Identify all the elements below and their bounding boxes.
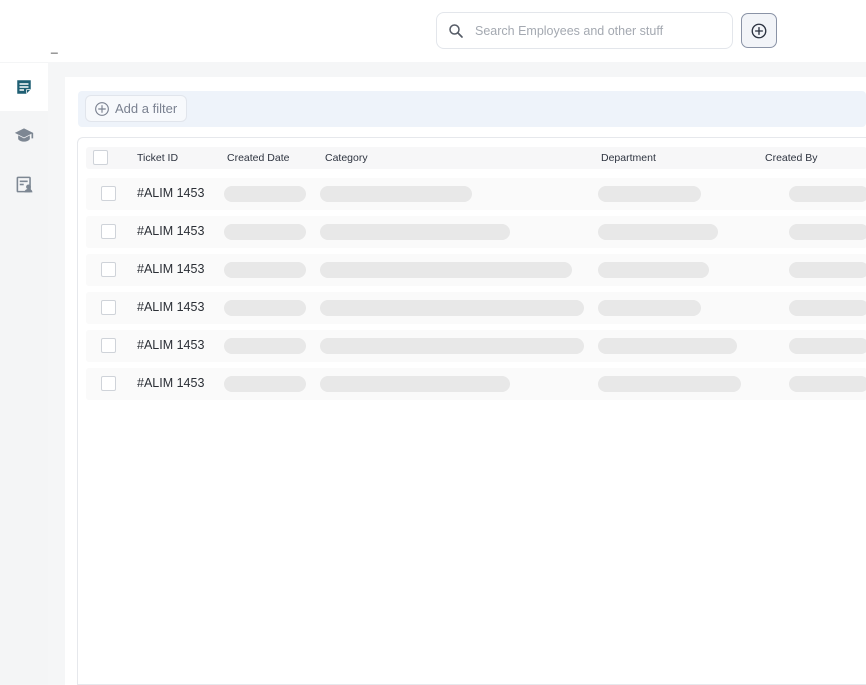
plus-circle-icon <box>751 23 767 38</box>
column-header-created-by[interactable]: Created By <box>765 152 818 164</box>
column-header-ticket-id[interactable]: Ticket ID <box>137 152 178 164</box>
created-date-skeleton <box>224 376 306 392</box>
ticket-id: #ALIM 1453 <box>137 262 205 276</box>
ticket-id: #ALIM 1453 <box>137 300 205 314</box>
search-icon <box>449 23 463 38</box>
created-date-skeleton <box>224 224 306 240</box>
search-input[interactable] <box>475 23 715 38</box>
column-header-department[interactable]: Department <box>601 152 656 164</box>
department-skeleton <box>598 186 701 202</box>
sidebar <box>0 62 48 685</box>
column-header-category[interactable]: Category <box>325 152 368 164</box>
department-skeleton <box>598 262 709 278</box>
add-button[interactable] <box>741 13 777 48</box>
row-checkbox[interactable] <box>101 338 116 353</box>
category-skeleton <box>320 262 572 278</box>
main-area: Add a filter Ticket ID Created Date Cate… <box>48 62 866 685</box>
created-date-skeleton <box>224 186 306 202</box>
table-row[interactable]: #ALIM 1453 <box>86 254 866 286</box>
content-panel: Add a filter Ticket ID Created Date Cate… <box>65 77 866 685</box>
search-box[interactable] <box>436 12 733 49</box>
created-by-skeleton <box>789 338 866 354</box>
top-bar: _ <box>0 0 866 62</box>
department-skeleton <box>598 338 737 354</box>
row-checkbox[interactable] <box>101 376 116 391</box>
ticket-id: #ALIM 1453 <box>137 224 205 238</box>
created-by-skeleton <box>789 300 866 316</box>
category-skeleton <box>320 224 510 240</box>
graduation-cap-icon <box>14 128 34 142</box>
table-row[interactable]: #ALIM 1453 <box>86 178 866 210</box>
sidebar-item-tickets[interactable] <box>0 63 48 111</box>
department-skeleton <box>598 224 718 240</box>
row-checkbox[interactable] <box>101 262 116 277</box>
department-skeleton <box>598 376 741 392</box>
report-icon <box>16 176 32 192</box>
sidebar-item-learning[interactable] <box>0 111 48 159</box>
created-by-skeleton <box>789 376 866 392</box>
category-skeleton <box>320 376 510 392</box>
created-date-skeleton <box>224 262 306 278</box>
add-filter-button[interactable]: Add a filter <box>85 95 188 122</box>
sidebar-item-reports[interactable] <box>0 160 48 208</box>
created-by-skeleton <box>789 224 866 240</box>
tickets-table: Ticket ID Created Date Category Departme… <box>77 137 866 685</box>
column-header-created-date[interactable]: Created Date <box>227 152 289 164</box>
plus-circle-icon <box>95 101 109 116</box>
row-checkbox[interactable] <box>101 224 116 239</box>
dash-mark: _ <box>51 40 58 54</box>
table-row[interactable]: #ALIM 1453 <box>86 368 866 400</box>
add-filter-label: Add a filter <box>115 101 178 116</box>
created-date-skeleton <box>224 338 306 354</box>
table-header: Ticket ID Created Date Category Departme… <box>86 147 866 169</box>
category-skeleton <box>320 300 584 316</box>
ticket-id: #ALIM 1453 <box>137 338 205 352</box>
table-row[interactable]: #ALIM 1453 <box>86 216 866 248</box>
department-skeleton <box>598 300 701 316</box>
filter-bar: Add a filter <box>78 91 866 127</box>
notes-icon <box>17 80 31 94</box>
row-checkbox[interactable] <box>101 300 116 315</box>
table-row[interactable]: #ALIM 1453 <box>86 330 866 362</box>
ticket-id: #ALIM 1453 <box>137 186 205 200</box>
created-date-skeleton <box>224 300 306 316</box>
created-by-skeleton <box>789 186 866 202</box>
table-row[interactable]: #ALIM 1453 <box>86 292 866 324</box>
row-checkbox[interactable] <box>101 186 116 201</box>
category-skeleton <box>320 338 584 354</box>
category-skeleton <box>320 186 472 202</box>
ticket-id: #ALIM 1453 <box>137 376 205 390</box>
created-by-skeleton <box>789 262 866 278</box>
select-all-checkbox[interactable] <box>93 150 108 165</box>
